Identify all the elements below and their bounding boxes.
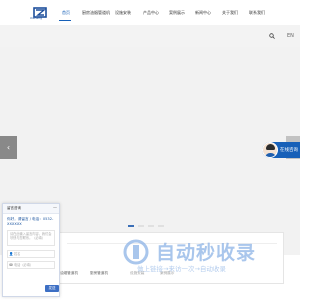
slider-dot[interactable] bbox=[128, 225, 134, 227]
nav-about[interactable]: 关于我们 bbox=[222, 10, 238, 16]
watermark-title: 自动秒收录 bbox=[156, 242, 257, 264]
phone-placeholder: 电话（必填） bbox=[14, 263, 34, 267]
slider-dot[interactable] bbox=[148, 225, 154, 227]
message-widget: 留言咨询 — 你好，请留言 / 电话：0532-XXXXXX 请在此输入留言内容… bbox=[2, 203, 60, 297]
slider-dot[interactable] bbox=[158, 225, 164, 227]
message-textarea[interactable]: 请在此输入留言内容，我们会尽快与您联系。（必填） bbox=[7, 230, 55, 246]
watermark-logo-icon bbox=[123, 239, 149, 265]
chevron-left-icon: ‹ bbox=[6, 143, 11, 152]
widget-message: 你好，请留言 / 电话：0532-XXXXXX bbox=[7, 217, 54, 226]
nav-news[interactable]: 新闻中心 bbox=[195, 10, 211, 16]
search-icon[interactable] bbox=[269, 33, 275, 39]
banner-toolbar: EN bbox=[0, 25, 300, 47]
watermark-overlay: 自动秒收录 做上链接→来访一次→自动收录 bbox=[123, 236, 283, 276]
watermark-subtitle: 做上链接→来访一次→自动收录 bbox=[137, 265, 226, 273]
agent-avatar bbox=[262, 142, 278, 158]
nav-installation[interactable]: 设施安装 bbox=[115, 10, 131, 16]
slider-prev-button[interactable]: ‹ bbox=[0, 136, 17, 159]
online-consult-button[interactable]: 在线咨询 bbox=[262, 142, 300, 158]
nav-cases[interactable]: 案例展示 bbox=[169, 10, 185, 16]
widget-header: 留言咨询 — bbox=[3, 204, 59, 214]
company-logo[interactable]: Xisheng bbox=[30, 4, 50, 22]
nav-products[interactable]: 产品中心 bbox=[143, 10, 159, 16]
nav-contact[interactable]: 联系我们 bbox=[249, 10, 265, 16]
send-button[interactable]: 发送 bbox=[45, 285, 59, 292]
widget-title: 留言咨询 bbox=[7, 206, 21, 210]
nav-active-underline bbox=[59, 20, 71, 21]
user-icon: 👤 bbox=[9, 252, 14, 256]
nav-kitchen-duct[interactable]: 厨房油烟管道机 bbox=[82, 10, 110, 16]
product-link[interactable]: 厨房管道机 bbox=[90, 271, 108, 276]
name-field[interactable]: 👤 姓名 bbox=[7, 250, 55, 258]
phone-field[interactable]: ☎ 电话（必填） bbox=[7, 261, 55, 269]
slider-dot[interactable] bbox=[138, 225, 144, 227]
language-toggle[interactable]: EN bbox=[287, 33, 294, 39]
name-placeholder: 姓名 bbox=[14, 252, 21, 256]
site-header: Xisheng 首页 厨房油烟管道机 设施安装 产品中心 案例展示 新闻中心 关… bbox=[0, 0, 300, 25]
phone-icon: ☎ bbox=[9, 263, 14, 267]
nav-home[interactable]: 首页 bbox=[62, 10, 70, 16]
product-link[interactable]: 油烟管道机 bbox=[60, 271, 78, 276]
minimize-icon[interactable]: — bbox=[53, 205, 57, 210]
logo-brand-text: Xisheng bbox=[30, 16, 43, 20]
consult-label: 在线咨询 bbox=[280, 148, 298, 153]
